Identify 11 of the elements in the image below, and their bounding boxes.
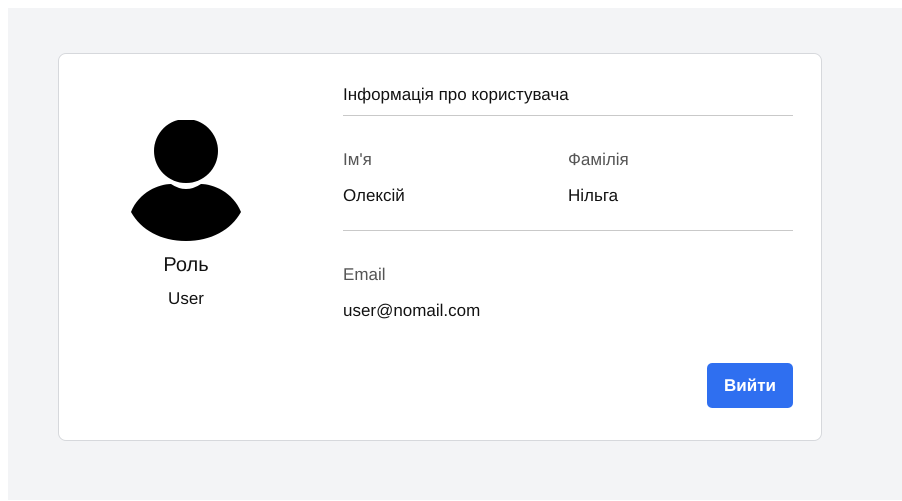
role-value: User bbox=[168, 289, 204, 309]
field-value: Нільга bbox=[568, 185, 620, 207]
logout-button[interactable]: Вийти bbox=[707, 363, 793, 408]
field-label: Ім'я bbox=[343, 149, 373, 171]
field-value: Олексій bbox=[343, 185, 406, 207]
field-label: Фамілія bbox=[568, 149, 630, 171]
user-avatar-icon bbox=[131, 120, 241, 242]
email-value: user@nomail.com bbox=[343, 300, 482, 322]
section-title: Інформація про користувача bbox=[343, 84, 570, 106]
email-label: Email bbox=[343, 264, 387, 286]
role-label: Роль bbox=[163, 254, 209, 277]
